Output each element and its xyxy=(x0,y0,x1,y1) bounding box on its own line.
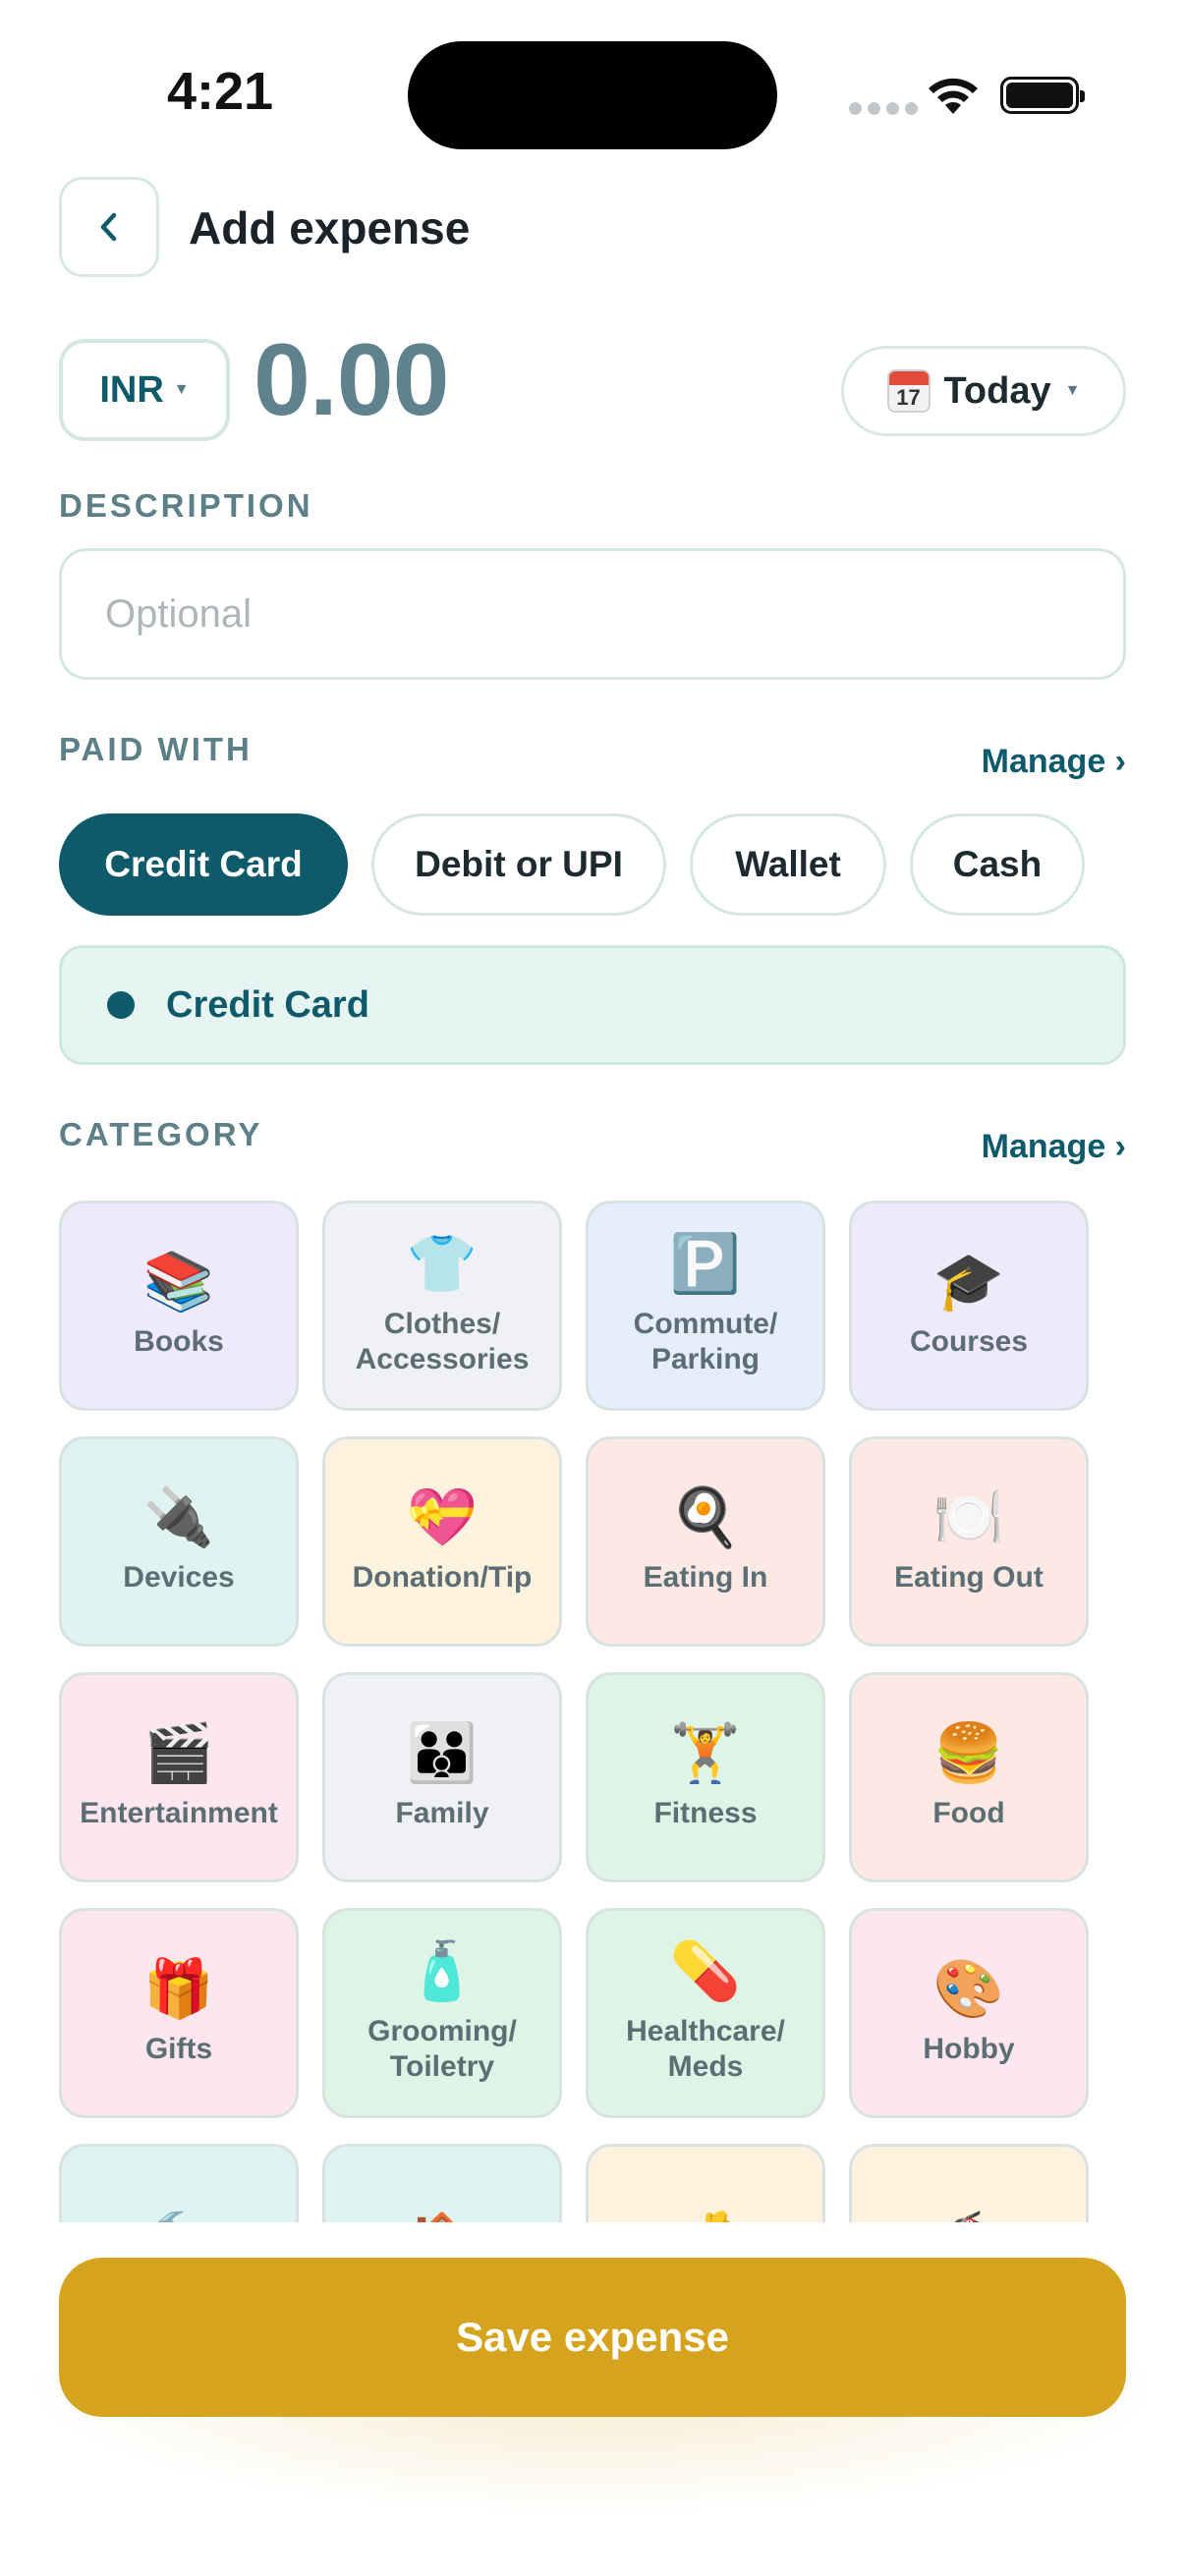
category-emoji-icon: 🔌 xyxy=(142,1485,215,1549)
back-button[interactable] xyxy=(59,177,159,277)
currency-code: INR xyxy=(99,368,164,411)
category-emoji-icon: 🍳 xyxy=(669,1485,742,1549)
category-tile[interactable]: 🏋️ Fitness xyxy=(586,1672,825,1882)
manage-payment-methods-link[interactable]: Manage › xyxy=(982,743,1126,781)
category-emoji-icon: 🧴 xyxy=(406,1939,479,2003)
category-tile[interactable]: 👪 Family xyxy=(322,1672,562,1882)
category-tile[interactable]: 🅿️ Commute/ Parking xyxy=(586,1201,825,1411)
category-emoji-icon: 🍽️ xyxy=(932,1485,1005,1549)
category-name: Books xyxy=(134,1325,224,1358)
paid-with-label: PAID WITH xyxy=(59,731,253,767)
category-emoji-icon: 📚 xyxy=(142,1250,215,1314)
category-label: CATEGORY xyxy=(59,1116,263,1152)
category-tile[interactable]: 🎁 Gifts xyxy=(59,1908,299,2118)
chip-debit-or-upi[interactable]: Debit or UPI xyxy=(371,813,666,916)
selected-payment-label: Credit Card xyxy=(166,983,369,1026)
cellular-signal-icon xyxy=(849,102,918,115)
category-name: Devices xyxy=(123,1561,235,1594)
category-emoji-icon: 🧯 xyxy=(933,2212,1004,2223)
category-emoji-icon: 💊 xyxy=(669,1939,742,2003)
category-tile[interactable]: 🍽️ Eating Out xyxy=(849,1436,1089,1647)
category-tile[interactable]: 🧴 Grooming/ Toiletry xyxy=(322,1908,562,2118)
category-emoji-icon: 💝 xyxy=(406,1485,479,1549)
category-name: Eating In xyxy=(643,1561,768,1594)
amount-input[interactable]: 0.00 xyxy=(254,322,449,439)
dynamic-island xyxy=(408,41,777,149)
calendar-day: 17 xyxy=(896,385,921,410)
category-name: Entertainment xyxy=(80,1797,278,1829)
category-tile[interactable]: 🧯 xyxy=(849,2144,1089,2222)
status-time: 4:21 xyxy=(167,62,274,121)
selected-payment-method[interactable]: Credit Card xyxy=(59,945,1126,1065)
category-name: Grooming/ Toiletry xyxy=(367,2015,517,2083)
category-emoji-icon: 🏠 xyxy=(407,2212,478,2223)
category-name: Clothes/ Accessories xyxy=(355,1308,530,1375)
category-name: Healthcare/ Meds xyxy=(626,2015,785,2083)
category-name: Fitness xyxy=(653,1797,758,1829)
category-grid-viewport: 📚 Books 👕 Clothes/ Accessories 🅿️ Commute/ Pa… xyxy=(0,1189,1185,2222)
category-tile[interactable]: 🏠 xyxy=(322,2144,562,2222)
category-emoji-icon: 👕 xyxy=(406,1232,479,1296)
chip-cash[interactable]: Cash xyxy=(910,813,1085,916)
manage-categories-link[interactable]: Manage › xyxy=(982,1128,1126,1166)
caret-down-icon: ▼ xyxy=(173,381,190,398)
category-emoji-icon: 🎁 xyxy=(142,1957,215,2021)
chevron-left-icon xyxy=(100,212,117,242)
category-name: Hobby xyxy=(923,2033,1015,2065)
category-tile[interactable]: 🔌 Devices xyxy=(59,1436,299,1647)
chip-wallet[interactable]: Wallet xyxy=(690,813,886,916)
category-name: Commute/ Parking xyxy=(633,1308,778,1375)
description-input[interactable]: Optional xyxy=(59,548,1126,680)
category-tile[interactable]: 💊 Healthcare/ Meds xyxy=(586,1908,825,2118)
category-tile[interactable]: 💰 xyxy=(586,2144,825,2222)
payment-method-chips: Credit Card Debit or UPI Wallet Cash xyxy=(59,813,1085,916)
category-emoji-icon: 🎓 xyxy=(932,1250,1005,1314)
category-name: Food xyxy=(932,1797,1005,1829)
category-name: Eating Out xyxy=(894,1561,1044,1594)
category-emoji-icon: 🎬 xyxy=(142,1721,215,1785)
date-label: Today xyxy=(943,369,1051,412)
chip-credit-card[interactable]: Credit Card xyxy=(59,813,348,916)
category-name: Courses xyxy=(909,1325,1029,1358)
category-emoji-icon: 🎨 xyxy=(932,1957,1005,2021)
description-placeholder: Optional xyxy=(105,591,252,636)
category-name: Family xyxy=(395,1797,489,1829)
description-label: DESCRIPTION xyxy=(59,487,313,524)
calendar-icon: 17 xyxy=(886,369,931,413)
category-emoji-icon: 🍔 xyxy=(932,1721,1005,1785)
currency-selector[interactable]: INR ▼ xyxy=(59,339,230,441)
category-name: Donation/Tip xyxy=(352,1561,533,1594)
category-tile[interactable]: 💝 Donation/Tip xyxy=(322,1436,562,1647)
category-tile[interactable]: 🎬 Entertainment xyxy=(59,1672,299,1882)
category-tile[interactable]: 🎓 Courses xyxy=(849,1201,1089,1411)
category-grid: 📚 Books 👕 Clothes/ Accessories 🅿️ Commute/ Pa… xyxy=(59,1201,1089,2222)
selected-dot-icon xyxy=(107,991,135,1019)
caret-down-icon: ▼ xyxy=(1064,382,1081,399)
save-expense-button[interactable]: Save expense xyxy=(59,2258,1126,2417)
category-tile[interactable]: 👕 Clothes/ Accessories xyxy=(322,1201,562,1411)
category-emoji-icon: 💰 xyxy=(670,2212,741,2223)
category-emoji-icon: 🅿️ xyxy=(669,1232,742,1296)
page-title: Add expense xyxy=(189,202,471,253)
date-picker-button[interactable]: 17 Today ▼ xyxy=(841,346,1126,436)
wifi-icon xyxy=(929,78,978,114)
category-emoji-icon: 👪 xyxy=(406,1721,479,1785)
category-name: Gifts xyxy=(144,2033,213,2065)
category-tile[interactable]: 🍔 Food xyxy=(849,1672,1089,1882)
category-tile[interactable]: 🎨 Hobby xyxy=(849,1908,1089,2118)
category-tile[interactable]: 🔨 xyxy=(59,2144,299,2222)
category-emoji-icon: 🏋️ xyxy=(669,1721,742,1785)
category-tile[interactable]: 🍳 Eating In xyxy=(586,1436,825,1647)
category-tile[interactable]: 📚 Books xyxy=(59,1201,299,1411)
battery-icon xyxy=(1000,77,1085,114)
category-emoji-icon: 🔨 xyxy=(143,2212,214,2223)
add-expense-screen: 4:21 Add expense INR ▼ 0.00 17 Today ▼ D… xyxy=(0,0,1185,2576)
